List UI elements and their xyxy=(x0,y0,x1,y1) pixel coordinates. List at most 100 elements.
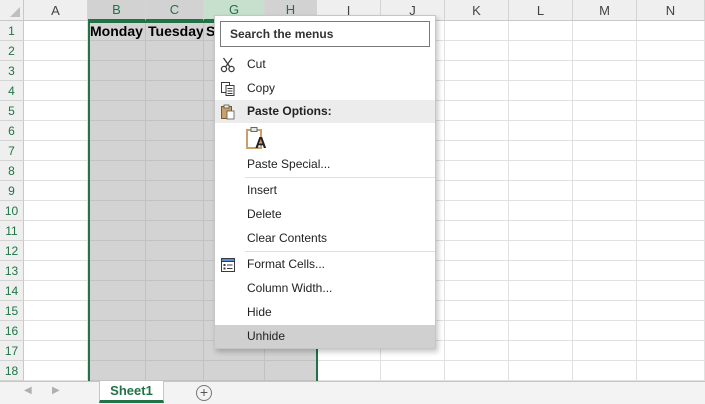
cell-k8[interactable] xyxy=(445,161,509,181)
row-header-12[interactable]: 12 xyxy=(0,241,24,261)
add-sheet-icon[interactable]: + xyxy=(196,385,212,401)
column-header-m[interactable]: M xyxy=(573,0,637,21)
prev-sheet-icon[interactable]: ◀ xyxy=(24,385,32,396)
row-header-18[interactable]: 18 xyxy=(0,361,24,381)
cell-a14[interactable] xyxy=(24,281,88,301)
menu-item-unhide[interactable]: Unhide xyxy=(215,325,435,348)
menu-item-delete[interactable]: Delete xyxy=(215,203,435,226)
cell-l14[interactable] xyxy=(509,281,573,301)
cell-n16[interactable] xyxy=(637,321,705,341)
cell-l7[interactable] xyxy=(509,141,573,161)
cell-k2[interactable] xyxy=(445,41,509,61)
cell-g18[interactable] xyxy=(204,361,265,381)
select-all-corner[interactable] xyxy=(0,0,24,21)
cell-k6[interactable] xyxy=(445,121,509,141)
cell-c14[interactable] xyxy=(146,281,204,301)
cell-n15[interactable] xyxy=(637,301,705,321)
cell-b11[interactable] xyxy=(88,221,146,241)
cell-k4[interactable] xyxy=(445,81,509,101)
column-header-n[interactable]: N xyxy=(637,0,705,21)
menu-item-clear-contents[interactable]: Clear Contents xyxy=(215,227,435,250)
column-header-a[interactable]: A xyxy=(24,0,88,21)
row-header-11[interactable]: 11 xyxy=(0,221,24,241)
cell-b9[interactable] xyxy=(88,181,146,201)
cell-l8[interactable] xyxy=(509,161,573,181)
cell-n10[interactable] xyxy=(637,201,705,221)
cell-c6[interactable] xyxy=(146,121,204,141)
cell-c13[interactable] xyxy=(146,261,204,281)
cell-n11[interactable] xyxy=(637,221,705,241)
cell-k18[interactable] xyxy=(445,361,509,381)
menu-item-cut[interactable]: Cut xyxy=(215,53,435,76)
cell-n14[interactable] xyxy=(637,281,705,301)
cell-k11[interactable] xyxy=(445,221,509,241)
cell-k12[interactable] xyxy=(445,241,509,261)
menu-item-format-cells[interactable]: Format Cells... xyxy=(215,253,435,276)
cell-n17[interactable] xyxy=(637,341,705,361)
cell-m10[interactable] xyxy=(573,201,637,221)
cell-k14[interactable] xyxy=(445,281,509,301)
cell-n13[interactable] xyxy=(637,261,705,281)
row-header-16[interactable]: 16 xyxy=(0,321,24,341)
sheet-tab-sheet1[interactable]: Sheet1 xyxy=(99,381,164,403)
cell-l9[interactable] xyxy=(509,181,573,201)
cell-k13[interactable] xyxy=(445,261,509,281)
cell-m8[interactable] xyxy=(573,161,637,181)
cell-b14[interactable] xyxy=(88,281,146,301)
cell-c8[interactable] xyxy=(146,161,204,181)
row-header-14[interactable]: 14 xyxy=(0,281,24,301)
cell-l16[interactable] xyxy=(509,321,573,341)
column-header-b[interactable]: B xyxy=(88,0,146,21)
cell-l13[interactable] xyxy=(509,261,573,281)
row-header-10[interactable]: 10 xyxy=(0,201,24,221)
cell-m3[interactable] xyxy=(573,61,637,81)
cell-l12[interactable] xyxy=(509,241,573,261)
menu-item-hide[interactable]: Hide xyxy=(215,301,435,324)
cell-m17[interactable] xyxy=(573,341,637,361)
cell-l1[interactable] xyxy=(509,21,573,41)
cell-j18[interactable] xyxy=(381,361,445,381)
cell-a17[interactable] xyxy=(24,341,88,361)
cell-k17[interactable] xyxy=(445,341,509,361)
cell-m18[interactable] xyxy=(573,361,637,381)
cell-m12[interactable] xyxy=(573,241,637,261)
cell-m16[interactable] xyxy=(573,321,637,341)
cell-n18[interactable] xyxy=(637,361,705,381)
row-header-6[interactable]: 6 xyxy=(0,121,24,141)
cell-m11[interactable] xyxy=(573,221,637,241)
cell-c9[interactable] xyxy=(146,181,204,201)
cell-m13[interactable] xyxy=(573,261,637,281)
cell-m5[interactable] xyxy=(573,101,637,121)
cell-b2[interactable] xyxy=(88,41,146,61)
cell-m4[interactable] xyxy=(573,81,637,101)
search-menus-input[interactable]: Search the menus xyxy=(220,21,430,47)
cell-l18[interactable] xyxy=(509,361,573,381)
cell-c2[interactable] xyxy=(146,41,204,61)
column-header-c[interactable]: C xyxy=(146,0,204,21)
cell-k10[interactable] xyxy=(445,201,509,221)
row-header-4[interactable]: 4 xyxy=(0,81,24,101)
cell-a4[interactable] xyxy=(24,81,88,101)
cell-h18[interactable] xyxy=(265,361,317,381)
cell-n5[interactable] xyxy=(637,101,705,121)
cell-c7[interactable] xyxy=(146,141,204,161)
cell-m2[interactable] xyxy=(573,41,637,61)
column-header-k[interactable]: K xyxy=(445,0,509,21)
row-header-2[interactable]: 2 xyxy=(0,41,24,61)
cell-a10[interactable] xyxy=(24,201,88,221)
row-header-8[interactable]: 8 xyxy=(0,161,24,181)
cell-m7[interactable] xyxy=(573,141,637,161)
cell-b6[interactable] xyxy=(88,121,146,141)
cell-c5[interactable] xyxy=(146,101,204,121)
cell-c15[interactable] xyxy=(146,301,204,321)
cell-n8[interactable] xyxy=(637,161,705,181)
cell-b13[interactable] xyxy=(88,261,146,281)
cell-m15[interactable] xyxy=(573,301,637,321)
cell-m14[interactable] xyxy=(573,281,637,301)
cell-a15[interactable] xyxy=(24,301,88,321)
row-header-15[interactable]: 15 xyxy=(0,301,24,321)
row-header-9[interactable]: 9 xyxy=(0,181,24,201)
cell-a9[interactable] xyxy=(24,181,88,201)
cell-a2[interactable] xyxy=(24,41,88,61)
cell-c16[interactable] xyxy=(146,321,204,341)
